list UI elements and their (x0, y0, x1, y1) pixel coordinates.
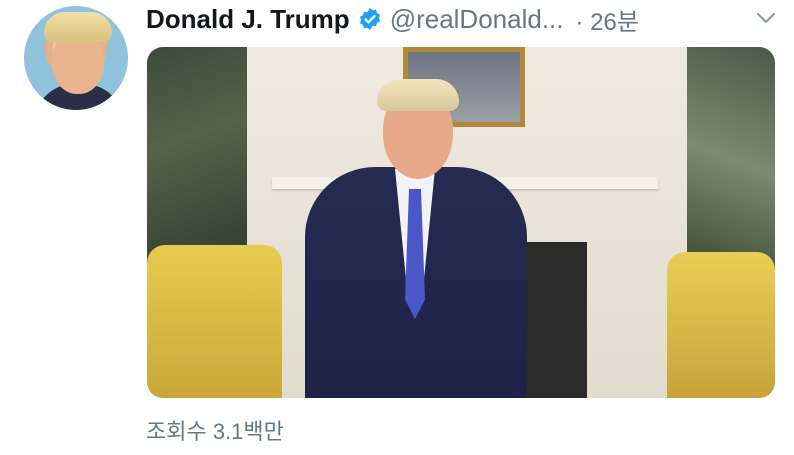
author-name[interactable]: Donald J. Trump (146, 4, 350, 35)
wall-mural-right (687, 47, 775, 272)
wall-mural-left (147, 47, 247, 272)
chevron-down-icon[interactable] (756, 10, 776, 26)
fireplace (517, 242, 587, 398)
author-handle[interactable]: @realDonald... (390, 4, 564, 35)
tweet-video[interactable] (147, 47, 775, 398)
view-count: 조회수 3.1백만 (146, 419, 284, 444)
verified-badge-icon (359, 8, 380, 30)
yellow-chair-left (147, 245, 282, 398)
tweet-header: Donald J. Trump @realDonald... · 26분 (146, 2, 639, 36)
avatar[interactable] (24, 6, 128, 110)
avatar-hair (44, 12, 112, 42)
speaker-hair (377, 79, 459, 111)
yellow-chair-right (667, 252, 775, 398)
tweet-time[interactable]: · 26분 (576, 2, 639, 37)
